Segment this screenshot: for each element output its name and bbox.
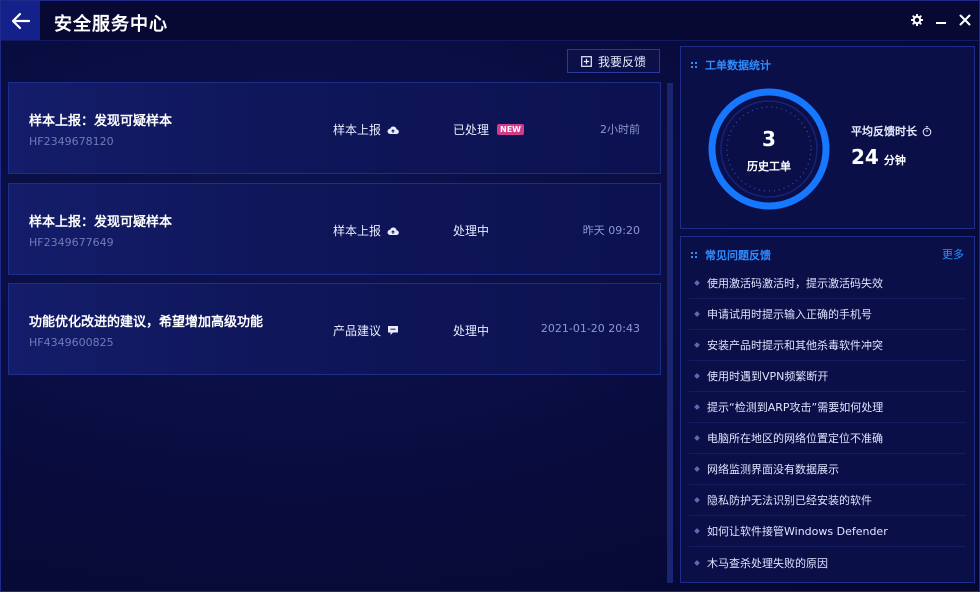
new-badge: NEW [497, 124, 524, 135]
stopwatch-icon [922, 125, 932, 136]
ticket-card[interactable]: 样本上报：发现可疑样本 HF2349678120 样本上报 已处理 NEW 2小… [8, 82, 661, 174]
faq-item[interactable]: 使用激活码激活时，提示激活码失效 [689, 268, 966, 299]
plus-square-icon [581, 55, 592, 67]
submit-feedback-label: 我要反馈 [597, 54, 646, 69]
diamond-bullet-icon [694, 280, 700, 286]
ticket-card[interactable]: 样本上报：发现可疑样本 HF2349677649 样本上报 处理中 昨天 09:… [8, 183, 661, 275]
faq-item-label: 使用时遇到VPN频繁断开 [707, 370, 829, 383]
cloud-upload-icon [387, 126, 399, 134]
faq-item-label: 木马查杀处理失败的原因 [707, 556, 828, 570]
faq-item-label: 网络监测界面没有数据展示 [707, 463, 839, 476]
ticket-status: 处理中 [453, 222, 489, 239]
faq-more-link[interactable]: 更多 [942, 246, 964, 262]
ticket-id: HF2349678120 [29, 135, 114, 148]
arrow-left-icon [11, 12, 30, 29]
ticket-status-label: 已处理 [453, 123, 490, 137]
avg-feedback-time-unit: 分钟 [883, 154, 906, 167]
page-title: 安全服务中心 [54, 14, 168, 35]
ticket-title: 样本上报：发现可疑样本 [29, 215, 173, 230]
ticket-stats-panel: 工单数据统计 3 历史工单 平均反馈时长 24 分钟 [680, 46, 975, 229]
faq-item[interactable]: 网络监测界面没有数据展示 [689, 454, 966, 485]
faq-item[interactable]: 如何让软件接管Windows Defender [689, 516, 966, 547]
ticket-list-scrollbar[interactable] [667, 83, 673, 583]
scrollbar-thumb[interactable] [667, 83, 673, 583]
close-icon [959, 14, 971, 26]
ticket-status-label: 处理中 [453, 224, 490, 238]
security-service-window: 安全服务中心 我要反馈 样本上报：发现可疑样本 HF2349678120 样本上… [0, 0, 980, 592]
avg-feedback-time-text: 平均反馈时长 [851, 125, 917, 138]
diamond-bullet-icon [694, 466, 700, 472]
faq-list: 使用激活码激活时，提示激活码失效 申请试用时提示输入正确的手机号 安装产品时提示… [689, 268, 966, 578]
faq-panel: 常见问题反馈 更多 使用激活码激活时，提示激活码失效 申请试用时提示输入正确的手… [680, 236, 975, 583]
minimize-icon [936, 22, 946, 24]
title-bar: 安全服务中心 [1, 1, 979, 41]
faq-panel-header: 常见问题反馈 [691, 247, 771, 263]
diamond-bullet-icon [694, 528, 700, 534]
close-button[interactable] [957, 11, 973, 29]
cloud-upload-icon [387, 227, 399, 235]
ticket-type-label: 样本上报 [333, 224, 382, 238]
minimize-button[interactable] [933, 11, 949, 29]
faq-item-label: 使用激活码激活时，提示激活码失效 [707, 277, 883, 290]
diamond-bullet-icon [694, 404, 700, 410]
faq-item-label: 提示“检测到ARP攻击”需要如何处理 [707, 401, 884, 414]
gear-icon [911, 14, 923, 26]
history-tickets-count: 3 [762, 127, 776, 151]
grid-dots-icon [691, 62, 697, 68]
faq-item-label: 申请试用时提示输入正确的手机号 [707, 308, 872, 321]
avg-feedback-time-value: 24 分钟 [851, 145, 906, 169]
stats-panel-title: 工单数据统计 [705, 59, 771, 72]
faq-item[interactable]: 电脑所在地区的网络位置定位不准确 [689, 423, 966, 454]
settings-button[interactable] [909, 11, 925, 29]
back-button[interactable] [1, 1, 40, 40]
faq-item[interactable]: 木马查杀处理失败的原因 [689, 547, 966, 578]
history-tickets-label: 历史工单 [747, 160, 791, 173]
ticket-type-label: 产品建议 [333, 324, 382, 338]
comment-icon [388, 326, 399, 335]
ticket-time: 2小时前 [600, 123, 640, 136]
faq-item-label: 隐私防护无法识别已经安装的软件 [707, 494, 872, 507]
faq-panel-title: 常见问题反馈 [705, 249, 771, 262]
ticket-time: 昨天 09:20 [582, 224, 640, 237]
avg-feedback-time-number: 24 [851, 145, 879, 169]
faq-item[interactable]: 提示“检测到ARP攻击”需要如何处理 [689, 392, 966, 423]
ticket-type: 样本上报 [333, 121, 399, 138]
ticket-type-label: 样本上报 [333, 123, 382, 137]
ticket-card[interactable]: 功能优化改进的建议，希望增加高级功能 HF4349600825 产品建议 处理中… [8, 283, 661, 375]
ticket-id: HF2349677649 [29, 236, 114, 249]
ticket-type: 产品建议 [333, 322, 399, 339]
diamond-bullet-icon [694, 311, 700, 317]
history-tickets-ring: 3 历史工单 [707, 87, 831, 211]
ticket-type: 样本上报 [333, 222, 399, 239]
grid-dots-icon [691, 252, 697, 258]
ticket-status: 已处理 NEW [453, 121, 524, 138]
faq-item[interactable]: 申请试用时提示输入正确的手机号 [689, 299, 966, 330]
faq-item-label: 安装产品时提示和其他杀毒软件冲突 [707, 339, 883, 352]
faq-item-label: 电脑所在地区的网络位置定位不准确 [707, 432, 883, 445]
ticket-title: 功能优化改进的建议，希望增加高级功能 [29, 315, 264, 330]
diamond-bullet-icon [694, 373, 700, 379]
submit-feedback-button[interactable]: 我要反馈 [567, 49, 660, 73]
window-controls [909, 11, 973, 29]
diamond-bullet-icon [694, 497, 700, 503]
faq-item-label: 如何让软件接管Windows Defender [707, 525, 888, 538]
ticket-time: 2021-01-20 20:43 [540, 322, 640, 335]
diamond-bullet-icon [694, 342, 700, 348]
stats-panel-header: 工单数据统计 [691, 57, 771, 73]
ticket-status: 处理中 [453, 322, 489, 339]
ticket-id: HF4349600825 [29, 336, 114, 349]
faq-item[interactable]: 使用时遇到VPN频繁断开 [689, 361, 966, 392]
ticket-status-label: 处理中 [453, 324, 490, 338]
diamond-bullet-icon [694, 559, 700, 566]
ticket-title: 样本上报：发现可疑样本 [29, 114, 173, 129]
faq-item[interactable]: 隐私防护无法识别已经安装的软件 [689, 485, 966, 516]
diamond-bullet-icon [694, 435, 700, 441]
avg-feedback-time-label: 平均反馈时长 [851, 123, 932, 139]
faq-item[interactable]: 安装产品时提示和其他杀毒软件冲突 [689, 330, 966, 361]
